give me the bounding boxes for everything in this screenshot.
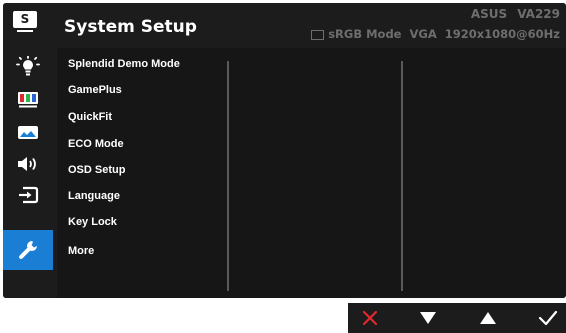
- speaker-icon: [18, 157, 36, 171]
- menu-item-language[interactable]: Language: [68, 190, 120, 202]
- input-label: VGA: [409, 27, 437, 41]
- sidebar-item-sound[interactable]: [3, 149, 53, 179]
- image-icon: [18, 126, 38, 139]
- menu-content: Splendid Demo Mode GamePlus QuickFit ECO…: [57, 48, 566, 298]
- close-icon: [362, 310, 378, 326]
- osd-panel: S System Setup ASUS VA229 sRGB Mode VGA 1…: [3, 3, 566, 298]
- menu-item-quickfit[interactable]: QuickFit: [68, 111, 112, 123]
- sidebar-item-color[interactable]: [3, 85, 53, 115]
- input-select-icon: [19, 186, 39, 204]
- wrench-icon: [19, 241, 37, 259]
- checkmark-icon: [538, 310, 558, 326]
- column-divider-2: [401, 61, 403, 291]
- arrow-down-icon: [420, 312, 436, 324]
- menu-item-key-lock[interactable]: Key Lock: [68, 216, 117, 228]
- system-setup-title-icon: S: [13, 11, 37, 32]
- osd-header: S System Setup ASUS VA229 sRGB Mode VGA 1…: [3, 3, 566, 48]
- confirm-button[interactable]: [526, 303, 566, 333]
- resolution-label: 1920x1080@60Hz: [444, 27, 560, 41]
- status-info: sRGB Mode VGA 1920x1080@60Hz: [311, 27, 560, 41]
- menu-item-gameplus[interactable]: GamePlus: [68, 84, 122, 96]
- column-divider-1: [227, 61, 229, 291]
- menu-item-splendid-demo-mode[interactable]: Splendid Demo Mode: [68, 58, 180, 70]
- sidebar: [3, 48, 53, 298]
- close-button[interactable]: [348, 303, 392, 333]
- model-info: ASUS VA229: [471, 7, 560, 21]
- menu-item-more[interactable]: More: [68, 245, 94, 257]
- mode-label: sRGB Mode: [328, 27, 402, 41]
- color-bars-icon: [18, 92, 38, 108]
- sidebar-item-system-setup[interactable]: [3, 230, 53, 270]
- brightness-icon: [16, 56, 40, 76]
- monitor-icon: [311, 30, 325, 40]
- sidebar-item-input-select[interactable]: [3, 180, 53, 210]
- nav-bar: [348, 303, 566, 333]
- arrow-up-icon: [480, 312, 496, 324]
- model-label: VA229: [517, 7, 560, 21]
- up-button[interactable]: [466, 303, 510, 333]
- sidebar-item-splendid[interactable]: [3, 52, 53, 82]
- menu-item-osd-setup[interactable]: OSD Setup: [68, 164, 125, 176]
- page-title: System Setup: [64, 17, 197, 37]
- menu-item-eco-mode[interactable]: ECO Mode: [68, 138, 124, 150]
- brand-label: ASUS: [470, 7, 508, 21]
- down-button[interactable]: [406, 303, 450, 333]
- sidebar-item-image[interactable]: [3, 118, 53, 148]
